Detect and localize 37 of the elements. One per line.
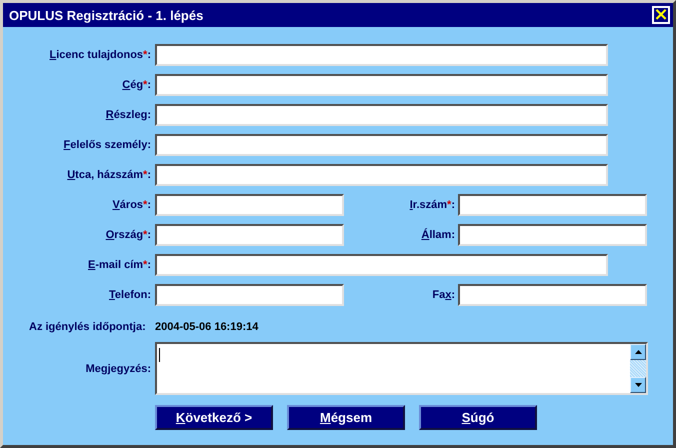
dialog-button[interactable]: Mégsem [287, 405, 405, 430]
field-label: Cég*: [121, 79, 151, 91]
memo-field[interactable] [155, 342, 648, 395]
input-field[interactable] [155, 194, 344, 216]
dialog-button[interactable]: Következő > [155, 405, 273, 430]
input-field[interactable] [458, 284, 647, 306]
input-field[interactable] [458, 224, 647, 246]
scroll-up-icon[interactable] [630, 344, 646, 360]
input-field[interactable] [155, 74, 608, 96]
input-field[interactable] [155, 224, 344, 246]
close-button[interactable]: × [652, 6, 670, 24]
input-field[interactable] [155, 134, 608, 156]
dialog-button[interactable]: Súgó [419, 405, 537, 430]
field-label: Ország*: [104, 229, 151, 241]
field-label: Ir.szám*: [408, 199, 455, 211]
scroll-down-icon[interactable] [630, 377, 646, 393]
window-title: OPULUS Regisztráció - 1. lépés [9, 8, 204, 22]
field-label: Telefon: [108, 289, 151, 301]
input-field[interactable] [458, 194, 647, 216]
field-label: Részleg: [104, 109, 151, 121]
input-field[interactable] [155, 104, 608, 126]
input-field[interactable] [155, 44, 608, 66]
text-cursor [159, 348, 160, 362]
field-label: E-mail cím*: [87, 259, 151, 271]
field-label: Utca, házszám*: [66, 169, 151, 181]
field-label: Fax: [431, 289, 455, 301]
field-label: Felelős személy: [62, 139, 151, 151]
scrollbar[interactable] [630, 344, 646, 393]
field-label: Állam: [420, 229, 455, 241]
field-label: Licenc tulajdonos*: [48, 49, 151, 61]
field-label: Város*: [111, 199, 151, 211]
input-field[interactable] [155, 164, 608, 186]
timestamp-value: 2004-05-06 16:19:14 [155, 321, 258, 333]
input-field[interactable] [155, 254, 608, 276]
input-field[interactable] [155, 284, 344, 306]
field-label: Megjegyzés: [84, 362, 151, 374]
field-label: Az igénylés időpontja: [28, 321, 147, 333]
